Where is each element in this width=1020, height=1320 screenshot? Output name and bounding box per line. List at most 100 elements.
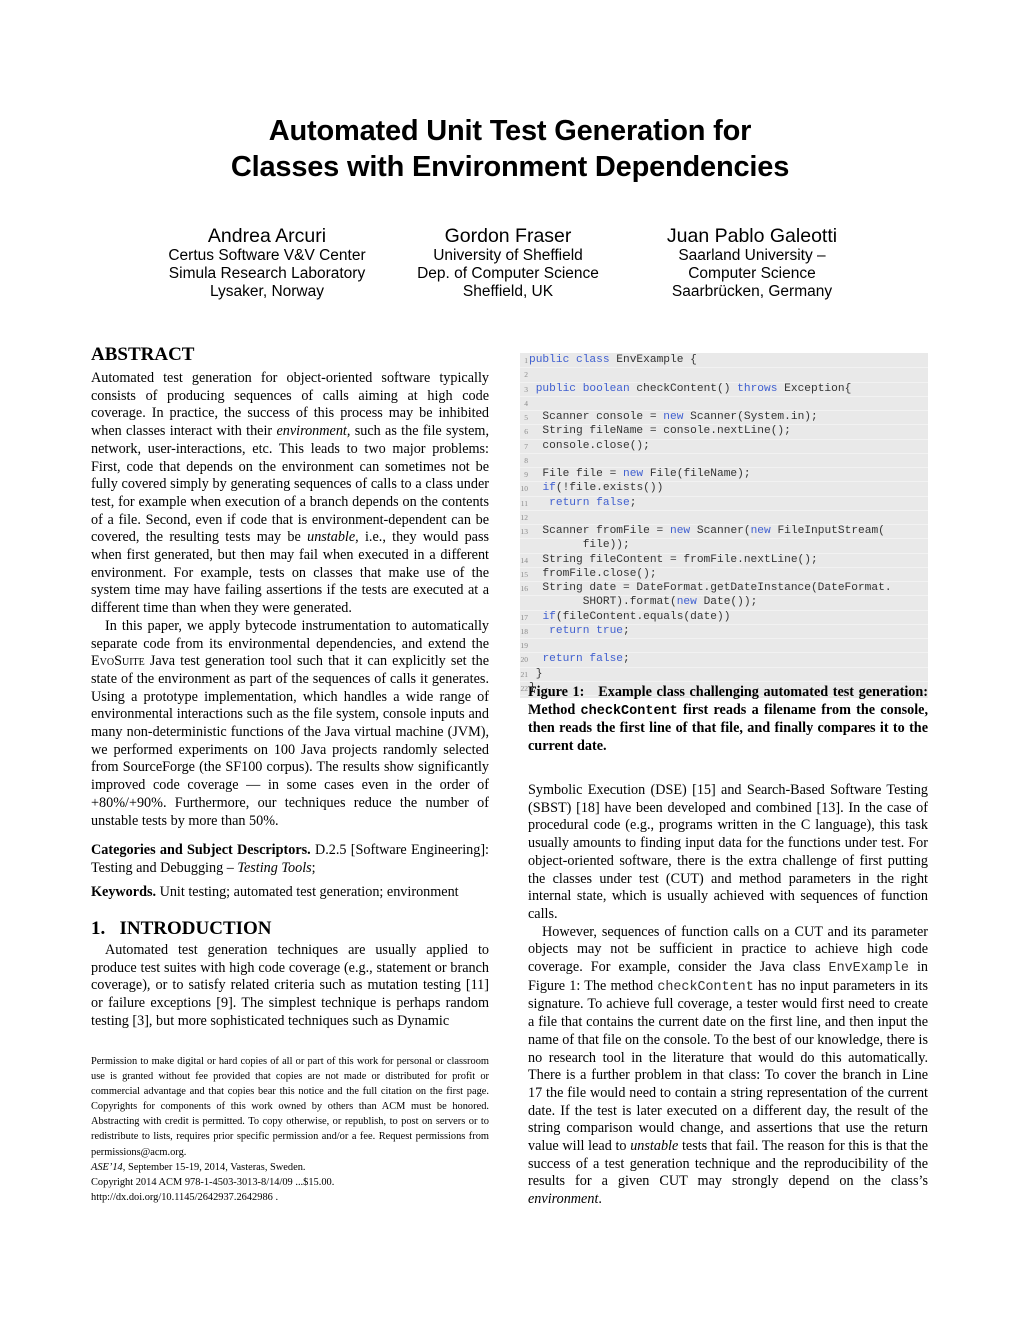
tool-name: EvoSuite: [91, 653, 145, 670]
inline-code: checkContent: [657, 979, 754, 995]
code-line: 7 console.close();: [520, 440, 928, 454]
venue: ASE’14, September 15-19, 2014, Vasteras,…: [91, 1160, 489, 1175]
inline-code: checkContent: [580, 703, 678, 719]
author-block: Andrea Arcuri Certus Software V&V Center…: [137, 225, 397, 301]
emphasis: unstable: [630, 1138, 679, 1155]
emphasis: environment: [276, 423, 347, 440]
code-line: 8: [520, 454, 928, 468]
abstract-paragraph-2: In this paper, we apply bytecode instrum…: [91, 618, 489, 830]
code-line: 3 public boolean checkContent() throws E…: [520, 383, 928, 397]
line-number: 19: [520, 641, 529, 650]
line-number: 13: [520, 527, 529, 536]
author-location: Lysaker, Norway: [210, 283, 324, 300]
code-text: Scanner console = new Scanner(System.in)…: [529, 411, 817, 424]
text: has no input parameters in its signature…: [528, 977, 928, 1155]
code-token: console.close();: [529, 439, 650, 452]
code-line: 2: [520, 368, 928, 383]
code-keyword: new: [676, 596, 697, 609]
code-text: if(!file.exists()): [529, 482, 663, 495]
code-line: 11 return false;: [520, 497, 928, 511]
permission-notice: Permission to make digital or hard copie…: [91, 1054, 489, 1205]
code-text: if(fileContent.equals(date)): [529, 611, 730, 624]
author-name: Gordon Fraser: [444, 225, 572, 247]
line-number: 6: [524, 427, 528, 437]
code-text: return false;: [529, 497, 636, 510]
title-line-1: Automated Unit Test Generation for: [268, 115, 752, 147]
code-keyword: new: [623, 468, 644, 480]
code-keyword: return false: [549, 496, 630, 509]
title-line-2: Classes with Environment Dependencies: [230, 151, 790, 183]
code-line: 14 String fileContent = fromFile.nextLin…: [520, 554, 928, 568]
line-number: 20: [520, 655, 529, 665]
code-line: 15 fromFile.close();: [520, 568, 928, 582]
figure-caption: Figure 1: Example class challenging auto…: [528, 684, 928, 756]
code-token: SHORT).format(: [529, 596, 677, 609]
line-number: 14: [520, 555, 529, 565]
code-keyword: return true: [549, 624, 624, 637]
text: In this paper, we apply bytecode instrum…: [91, 617, 489, 652]
line-number: 8: [524, 455, 528, 465]
line-number: 2: [524, 370, 528, 380]
code-token: ;: [623, 653, 630, 666]
code-text: public boolean checkContent() throws Exc…: [529, 382, 852, 396]
categories: Categories and Subject Descriptors. D.2.…: [91, 842, 489, 877]
code-keyword: if: [542, 610, 556, 623]
code-token: ;: [623, 624, 630, 637]
emphasis: unstable: [307, 529, 356, 546]
code-line: 10 if(!file.exists()): [520, 482, 928, 497]
text: Java test generation tool such that it c…: [91, 653, 489, 829]
line-number: 9: [524, 470, 528, 479]
code-line: file));: [520, 539, 928, 554]
emphasis: environment: [528, 1191, 599, 1208]
code-text: String date = DateFormat.getDateInstance…: [529, 582, 891, 595]
author-location: Saarbrücken, Germany: [671, 283, 833, 300]
line-number: 15: [520, 569, 529, 579]
code-keyword: return false: [542, 653, 624, 666]
code-line: SHORT).format(new Date());: [520, 596, 928, 611]
code-text: File file = new File(fileName);: [529, 468, 750, 481]
code-listing: 1 public class EnvExample {2 3 public bool…: [520, 353, 928, 698]
code-line: 21 }: [520, 668, 928, 682]
line-number: 21: [520, 669, 529, 679]
abstract-paragraph-1: Automated test generation for object-ori…: [91, 370, 489, 618]
line-number: 3: [524, 384, 528, 394]
code-text: console.close();: [529, 439, 650, 453]
keywords-label: Keywords.: [91, 883, 157, 900]
text: , such as the file system, network, user…: [91, 423, 489, 546]
code-line: 5 Scanner console = new Scanner(System.i…: [520, 411, 928, 426]
author-name: Andrea Arcuri: [207, 225, 327, 247]
code-line: 20 return false;: [520, 653, 928, 668]
author-affiliation: Certus Software V&V Center: [168, 247, 366, 264]
categories-label: Categories and Subject Descriptors.: [91, 842, 311, 859]
code-token: EnvExample {: [609, 354, 697, 366]
author-affiliation: Simula Research Laboratory: [168, 265, 366, 282]
author-affiliation: Dep. of Computer Science: [417, 265, 599, 282]
code-text: String fileContent = fromFile.nextLine()…: [529, 554, 817, 567]
introduction-paragraph-1-continued: Symbolic Execution (DSE) [15] and Search…: [528, 782, 928, 922]
code-text: String fileName = console.nextLine();: [529, 425, 791, 438]
code-line: 17 if(fileContent.equals(date)): [520, 611, 928, 625]
code-token: String fileName = console.nextLine();: [529, 425, 791, 438]
author-block: Juan Pablo Galeotti Saarland University …: [622, 225, 882, 301]
code-token: File file =: [529, 468, 623, 480]
code-token: Exception{: [777, 382, 852, 395]
author-name: Juan Pablo Galeotti: [666, 225, 838, 247]
code-token: Date());: [696, 596, 758, 609]
code-keyword: throws: [737, 382, 778, 395]
code-line: 18 return true;: [520, 625, 928, 639]
line-number: 17: [520, 612, 529, 622]
code-line: 19: [520, 639, 928, 654]
code-line: 4: [520, 397, 928, 411]
code-text: file));: [529, 539, 630, 552]
doi-link[interactable]: http://dx.doi.org/10.1145/2642937.264298…: [91, 1190, 489, 1205]
emphasis: Testing Tools: [237, 859, 312, 876]
code-token: fromFile.close();: [529, 567, 657, 580]
code-token: Scanner console =: [529, 411, 664, 423]
venue-name: ASE’14,: [91, 1161, 126, 1173]
code-text: fromFile.close();: [529, 567, 657, 581]
code-token: FileInputStream(: [770, 525, 885, 537]
introduction-paragraph-2: However, sequences of function calls on …: [528, 924, 928, 1209]
